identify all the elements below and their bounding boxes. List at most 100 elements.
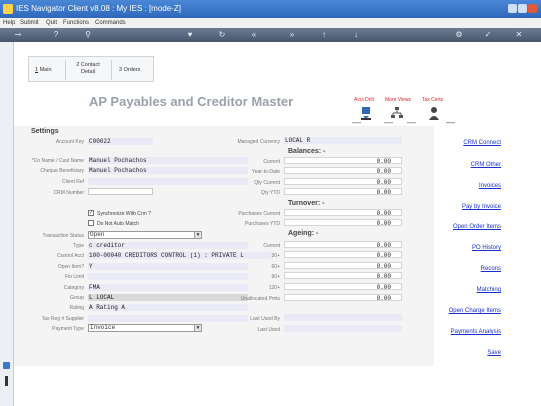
menu-quit[interactable]: Quit — [46, 20, 57, 26]
tab-bar: 1 Main 2 Contact Detail 3 Orders — [28, 56, 154, 82]
link-po-history[interactable]: PO History — [472, 245, 501, 251]
link-open-order-items[interactable]: Open Order Items — [453, 224, 501, 230]
link-recons[interactable]: Recons — [481, 266, 501, 272]
refresh-icon[interactable]: ↻ — [218, 31, 226, 39]
tab-main-label: Main — [39, 67, 52, 73]
qty-ytd-field: 0.00 — [284, 188, 402, 195]
app-logo-icon — [3, 4, 13, 14]
chevron-down-icon: ▼ — [194, 325, 201, 331]
age30-label: 30+ — [271, 253, 280, 259]
age-current-field: 0.00 — [284, 241, 402, 248]
purch-current-label: Purchases Current — [238, 211, 280, 217]
window-title: IES Navigator Client v8.08 : My IES : [m… — [16, 4, 181, 13]
menu-commands[interactable]: Commands — [95, 20, 126, 26]
cheque-label: Cheque Beneficiary — [40, 168, 84, 174]
chevron-down-icon: ▼ — [194, 232, 201, 238]
sync-crm-label: Synchronize With Crm ? — [97, 211, 151, 217]
tab-contact-line1: 2 Contact — [76, 62, 100, 68]
no-auto-match-checkbox[interactable] — [88, 220, 94, 226]
link-payments-analysis[interactable]: Payments Analysis — [451, 329, 501, 335]
search-icon[interactable]: ⚲ — [84, 31, 92, 39]
group-label: Group — [70, 295, 84, 301]
tab-main-num: 1 — [35, 67, 39, 73]
purch-ytd-label: Purchases YTD — [245, 221, 280, 227]
tax-certs-label[interactable]: Tax Certs — [422, 97, 443, 103]
client-ref-label: Client Ref — [62, 179, 84, 185]
menu-help[interactable]: Help — [3, 20, 15, 26]
main-panel: 1 Main 2 Contact Detail 3 Orders AP Paya… — [14, 42, 541, 406]
qty-current-label: Qty Current — [254, 180, 280, 186]
menu-submit[interactable]: Submit — [20, 20, 39, 26]
help-icon[interactable]: ? — [52, 31, 60, 39]
age30-field: 0.00 — [284, 251, 402, 258]
crm-number-label: CRM Number — [53, 190, 84, 196]
turnover-heading: Turnover: - — [288, 200, 325, 207]
acct-drill-icon[interactable] — [360, 106, 372, 120]
account-key-label: Account Key — [55, 139, 84, 145]
save-button[interactable]: Save — [487, 350, 501, 356]
maximize-icon[interactable] — [518, 4, 527, 13]
tab-divider — [111, 60, 112, 80]
type-label: Type — [73, 243, 84, 249]
current-field: 0.00 — [284, 157, 402, 164]
link-open-charge-items[interactable]: Open Charge Items — [449, 308, 501, 314]
key-icon[interactable]: ⊸ — [6, 31, 30, 39]
link-pay-by-invoice[interactable]: Pay by Invoice — [462, 204, 501, 210]
more-views-label[interactable]: More Views — [385, 97, 411, 103]
forward-icon[interactable]: » — [288, 31, 296, 39]
up-icon[interactable]: ↑ — [320, 31, 328, 39]
age120-field: 0.00 — [284, 283, 402, 290]
sync-crm-checkbox[interactable]: ✓ — [88, 210, 94, 216]
acct-drill-label[interactable]: Acct Drill — [354, 97, 374, 103]
account-key-field[interactable]: C00022 — [88, 138, 153, 145]
current-label: Current — [263, 159, 280, 165]
menu-bar: Help Submit Quit Functions Commands — [0, 18, 541, 28]
back-icon[interactable]: « — [250, 31, 258, 39]
balances-heading: Balances: - — [288, 148, 326, 155]
payment-type-label: Payment Type — [52, 326, 84, 332]
page-title: AP Payables and Creditor Master — [89, 94, 294, 109]
link-crm-connect[interactable]: CRM Connect — [463, 140, 501, 146]
sidebar-info-icon[interactable] — [5, 376, 8, 386]
open-item-label: Open Item? — [57, 264, 84, 270]
ytd-label: Year-to-Date — [251, 169, 280, 175]
menu-functions[interactable]: Functions — [63, 20, 89, 26]
minimize-icon[interactable] — [508, 4, 517, 13]
qty-ytd-label: Qty YTD — [260, 190, 280, 196]
favorite-icon[interactable]: ♥ — [186, 31, 194, 39]
settings-icon[interactable]: ⚙ — [455, 31, 463, 39]
tax-reg-label: Tax Reg # Supplier — [41, 316, 84, 322]
payment-type-select[interactable]: Invoice ▼ — [88, 324, 202, 332]
last-used-by-field — [284, 314, 402, 321]
toolbar: ⊸ ? ⚲ ♥ ↻ « » ↑ ↓ ⚙ ✓ ✕ — [0, 28, 541, 42]
age90-label: 90+ — [271, 274, 280, 280]
managed-currency-field[interactable]: LOCAL R — [284, 137, 402, 144]
link-matching[interactable]: Matching — [477, 287, 501, 293]
settings-heading: Settings — [31, 128, 59, 135]
close-icon[interactable] — [528, 4, 537, 13]
left-sidebar — [0, 42, 14, 406]
link-crm-other[interactable]: CRM Other — [471, 162, 501, 168]
tab-orders[interactable]: 3 Orders — [119, 67, 140, 74]
rating-label: Rating — [69, 305, 84, 311]
link-invoices[interactable]: Invoices — [479, 183, 501, 189]
unalloc-label: Unallocated Pmts — [240, 296, 280, 302]
down-icon[interactable]: ↓ — [352, 31, 360, 39]
purch-ytd-field: 0.00 — [284, 219, 402, 226]
title-bar: IES Navigator Client v8.08 : My IES : [m… — [0, 0, 541, 18]
no-auto-match-label: Do Not Auto Match — [97, 221, 139, 227]
confirm-icon[interactable]: ✓ — [484, 31, 492, 39]
sidebar-app-icon[interactable] — [3, 362, 10, 369]
crm-number-field[interactable] — [88, 188, 153, 195]
age120-label: 120+ — [268, 285, 280, 291]
cancel-icon[interactable]: ✕ — [515, 31, 523, 39]
managed-currency-label: Managed Currency — [237, 139, 280, 145]
rating-field[interactable]: A Rating A — [88, 304, 248, 311]
tab-divider — [65, 60, 66, 80]
tax-certs-icon[interactable] — [428, 106, 440, 120]
last-used-field — [284, 325, 402, 332]
tab-contact-detail[interactable]: 2 Contact Detail — [73, 62, 103, 76]
unalloc-field: 0.00 — [284, 294, 402, 301]
tab-main[interactable]: 1 Main — [35, 67, 52, 74]
transaction-status-select[interactable]: Open ▼ — [88, 231, 202, 239]
